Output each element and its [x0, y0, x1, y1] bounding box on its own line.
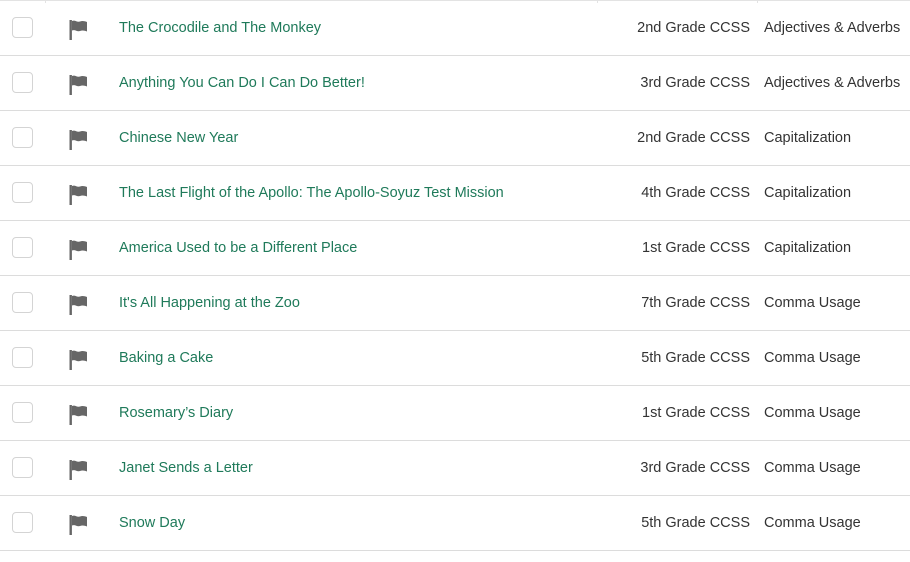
grade-level: 1st Grade CCSS: [642, 240, 750, 256]
passage-title-link[interactable]: Baking a Cake: [119, 331, 213, 385]
grade-level: 3rd Grade CCSS: [640, 460, 750, 476]
passage-title-link[interactable]: Snow Day: [119, 496, 185, 550]
table-row: Snow Day 5th Grade CCSS Comma Usage: [0, 496, 910, 551]
table-row: Janet Sends a Letter 3rd Grade CCSS Comm…: [0, 441, 910, 496]
flag-icon[interactable]: [68, 19, 90, 41]
skill-topic: Capitalization: [764, 130, 852, 146]
skill-topic: Comma Usage: [764, 515, 861, 531]
flag-icon[interactable]: [68, 74, 90, 96]
skill-topic: Adjectives & Adverbs: [764, 75, 901, 91]
flag-icon[interactable]: [68, 514, 90, 536]
table-row: Baking a Cake 5th Grade CCSS Comma Usage: [0, 331, 910, 386]
grade-level: 7th Grade CCSS: [641, 295, 750, 311]
flag-icon[interactable]: [68, 239, 90, 261]
grade-level: 2nd Grade CCSS: [637, 20, 750, 36]
grade-level: 3rd Grade CCSS: [640, 75, 750, 91]
row-checkbox[interactable]: [12, 292, 33, 313]
row-checkbox[interactable]: [12, 237, 33, 258]
table-row: The Last Flight of the Apollo: The Apoll…: [0, 166, 910, 221]
table-row: Chinese New Year 2nd Grade CCSS Capitali…: [0, 111, 910, 166]
table-row: Rosemary’s Diary 1st Grade CCSS Comma Us…: [0, 386, 910, 441]
passages-table: The Crocodile and The Monkey 2nd Grade C…: [0, 0, 910, 562]
grade-level: 2nd Grade CCSS: [637, 130, 750, 146]
grade-level: 5th Grade CCSS: [641, 350, 750, 366]
flag-icon[interactable]: [68, 459, 90, 481]
row-checkbox[interactable]: [12, 347, 33, 368]
skill-topic: Capitalization: [764, 185, 852, 201]
passage-title-link[interactable]: The Last Flight of the Apollo: The Apoll…: [119, 166, 504, 220]
table-row: America Used to be a Different Place 1st…: [0, 221, 910, 276]
table-row: The Crocodile and The Monkey 2nd Grade C…: [0, 1, 910, 56]
passage-title-link[interactable]: America Used to be a Different Place: [119, 221, 357, 275]
row-checkbox[interactable]: [12, 457, 33, 478]
flag-icon[interactable]: [68, 184, 90, 206]
table-body: The Crocodile and The Monkey 2nd Grade C…: [0, 1, 910, 551]
flag-icon[interactable]: [68, 129, 90, 151]
passage-title-link[interactable]: It's All Happening at the Zoo: [119, 276, 300, 330]
passage-title-link[interactable]: Rosemary’s Diary: [119, 386, 233, 440]
grade-level: 1st Grade CCSS: [642, 405, 750, 421]
row-checkbox[interactable]: [12, 17, 33, 38]
skill-topic: Comma Usage: [764, 295, 861, 311]
row-checkbox[interactable]: [12, 512, 33, 533]
grade-level: 4th Grade CCSS: [641, 185, 750, 201]
row-checkbox[interactable]: [12, 402, 33, 423]
row-checkbox[interactable]: [12, 72, 33, 93]
passage-title-link[interactable]: Janet Sends a Letter: [119, 441, 253, 495]
skill-topic: Capitalization: [764, 240, 852, 256]
skill-topic: Comma Usage: [764, 350, 861, 366]
grade-level: 5th Grade CCSS: [641, 515, 750, 531]
flag-icon[interactable]: [68, 294, 90, 316]
table-row: It's All Happening at the Zoo 7th Grade …: [0, 276, 910, 331]
table-row: Anything You Can Do I Can Do Better! 3rd…: [0, 56, 910, 111]
flag-icon[interactable]: [68, 404, 90, 426]
row-checkbox[interactable]: [12, 127, 33, 148]
passage-title-link[interactable]: Anything You Can Do I Can Do Better!: [119, 56, 365, 110]
flag-icon[interactable]: [68, 349, 90, 371]
row-checkbox[interactable]: [12, 182, 33, 203]
passage-title-link[interactable]: The Crocodile and The Monkey: [119, 1, 321, 55]
skill-topic: Adjectives & Adverbs: [764, 20, 901, 36]
passage-title-link[interactable]: Chinese New Year: [119, 111, 238, 165]
skill-topic: Comma Usage: [764, 460, 861, 476]
skill-topic: Comma Usage: [764, 405, 861, 421]
